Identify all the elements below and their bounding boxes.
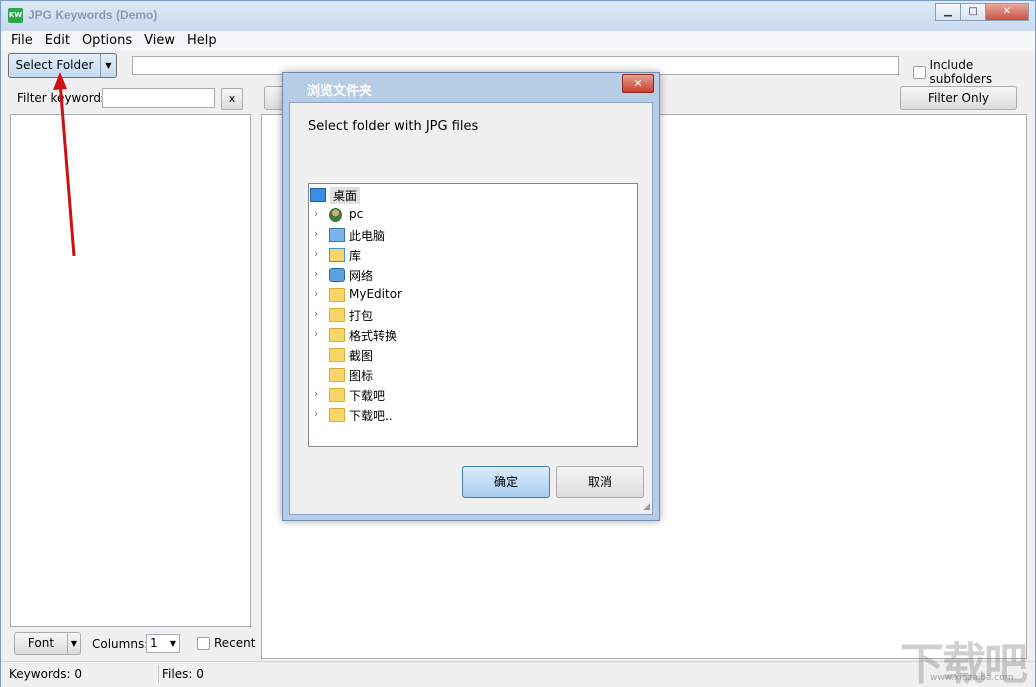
browse-folder-dialog: 浏览文件夹 ✕ Select folder with JPG files 桌面 ›…: [282, 72, 660, 521]
tree-item[interactable]: › 库: [309, 245, 637, 265]
tree-item[interactable]: › pc: [309, 205, 637, 225]
computer-icon: [329, 228, 345, 242]
menu-file[interactable]: File: [5, 31, 39, 51]
watermark-url: www.xiazaiba.com: [930, 673, 1014, 683]
tree-item-label: 网络: [349, 269, 374, 283]
app-logo-icon: KW: [8, 8, 23, 23]
tree-item-label: 此电脑: [349, 229, 386, 243]
folder-icon: [329, 288, 345, 302]
folder-icon: [329, 408, 345, 422]
columns-value: 1: [150, 636, 158, 650]
font-dropdown-icon[interactable]: ▼: [67, 633, 80, 654]
maximize-button[interactable]: □: [960, 3, 986, 21]
dialog-prompt: Select folder with JPG files: [308, 119, 479, 134]
select-folder-button[interactable]: Select Folder: [9, 54, 100, 77]
filter-only-selected-button[interactable]: Filter Only Selected: [900, 86, 1017, 127]
tree-item-label: MyEditor: [349, 287, 402, 301]
clear-filter-button[interactable]: x: [221, 88, 243, 110]
desktop-icon: [310, 188, 326, 202]
library-icon: [329, 248, 345, 262]
tree-item[interactable]: 截图: [309, 345, 637, 365]
chevron-right-icon[interactable]: ›: [314, 307, 318, 320]
close-button[interactable]: ✕: [985, 3, 1029, 21]
keyword-list[interactable]: [10, 114, 251, 627]
tree-item[interactable]: › 格式转换: [309, 325, 637, 345]
window-title: JPG Keywords (Demo): [28, 8, 158, 22]
chevron-right-icon[interactable]: ›: [314, 207, 318, 220]
tree-item-label: 桌面: [330, 187, 361, 204]
menu-view[interactable]: View: [138, 31, 181, 51]
tree-item-label: 截图: [349, 349, 374, 363]
tree-item-label: 下载吧: [349, 389, 386, 403]
chevron-down-icon: ▼: [169, 639, 176, 648]
chevron-right-icon[interactable]: ›: [314, 287, 318, 300]
chevron-right-icon[interactable]: ›: [314, 267, 318, 280]
resize-grip-icon[interactable]: ◢: [643, 502, 650, 512]
tree-item-label: 图标: [349, 369, 374, 383]
keywords-panel: Filter keywords x Font ▼ Columns: 1 ▼ Re…: [8, 81, 256, 659]
select-folder-split-button: Select Folder ▼: [8, 53, 117, 78]
tree-item-label: 库: [349, 249, 362, 263]
folder-icon: [329, 328, 345, 342]
files-count: Files: 0: [162, 667, 204, 681]
recent-checkbox[interactable]: [197, 636, 210, 650]
tree-item-label: 格式转换: [349, 329, 398, 343]
tree-item-label: 打包: [349, 309, 374, 323]
include-subfolders-checkbox[interactable]: [913, 65, 926, 79]
menu-help[interactable]: Help: [181, 31, 223, 51]
folder-icon: [329, 348, 345, 362]
dialog-close-button[interactable]: ✕: [622, 74, 654, 93]
status-bar: Keywords: 0 Files: 0: [1, 661, 1035, 687]
columns-label: Columns:: [92, 637, 149, 651]
tree-item-label: pc: [349, 207, 364, 221]
dialog-title: 浏览文件夹: [307, 84, 373, 99]
filter-keywords-label: Filter keywords: [17, 91, 108, 105]
folder-icon: [329, 308, 345, 322]
status-divider: [158, 665, 159, 683]
chevron-right-icon[interactable]: ›: [314, 387, 318, 400]
menu-options[interactable]: Options: [76, 31, 138, 51]
title-bar: KW JPG Keywords (Demo) ▁ □ ✕: [1, 1, 1035, 31]
minimize-button[interactable]: ▁: [935, 3, 961, 21]
chevron-right-icon[interactable]: ›: [314, 227, 318, 240]
chevron-right-icon[interactable]: ›: [314, 247, 318, 260]
ok-button[interactable]: 确定: [462, 466, 550, 498]
network-icon: [329, 268, 345, 282]
user-icon: [329, 208, 342, 222]
tree-item[interactable]: 图标: [309, 365, 637, 385]
tree-item[interactable]: › 打包: [309, 305, 637, 325]
tree-item[interactable]: 桌面: [309, 185, 637, 205]
tree-item[interactable]: › 网络: [309, 265, 637, 285]
recent-label: Recent: [214, 636, 256, 650]
menu-bar: File Edit Options View Help: [1, 31, 1035, 51]
tree-item[interactable]: › 此电脑: [309, 225, 637, 245]
tree-item[interactable]: › MyEditor: [309, 285, 637, 305]
tree-item-label: 下载吧..: [349, 409, 393, 423]
tree-item[interactable]: › 下载吧..: [309, 405, 637, 425]
cancel-button[interactable]: 取消: [556, 466, 644, 498]
font-split-button: Font ▼: [14, 632, 81, 655]
select-folder-dropdown-icon[interactable]: ▼: [100, 54, 116, 77]
columns-select[interactable]: 1 ▼: [146, 634, 180, 653]
menu-edit[interactable]: Edit: [39, 31, 76, 51]
tree-item[interactable]: › 下载吧: [309, 385, 637, 405]
folder-icon: [329, 388, 345, 402]
folder-tree[interactable]: 桌面 › pc › 此电脑 › 库 › 网络 › MyEditor › 打包 › 格式转换 截图 图标 › 下载吧 ›…: [308, 183, 638, 447]
chevron-right-icon[interactable]: ›: [314, 327, 318, 340]
chevron-right-icon[interactable]: ›: [314, 407, 318, 420]
filter-keywords-input[interactable]: [102, 88, 215, 108]
folder-icon: [329, 368, 345, 382]
keywords-count: Keywords: 0: [9, 667, 82, 681]
font-button[interactable]: Font: [15, 633, 67, 654]
